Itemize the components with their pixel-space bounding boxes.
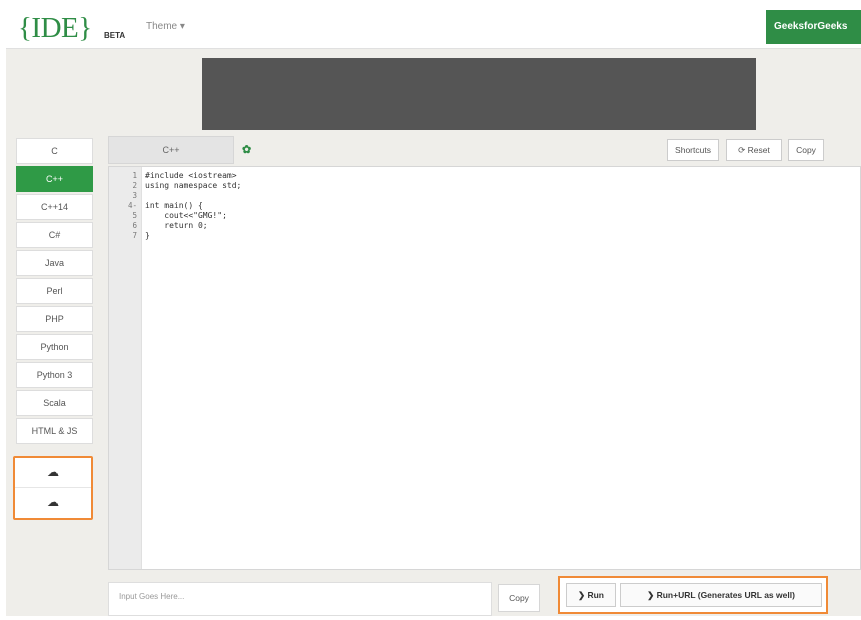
ad-banner [202, 58, 756, 130]
run-url-button[interactable]: ❯ Run+URL (Generates URL as well) [620, 583, 822, 607]
language-html-js[interactable]: HTML & JS [16, 418, 93, 444]
language-c[interactable]: C [16, 138, 93, 164]
reset-button[interactable]: ⟳ Reset [726, 139, 782, 161]
top-bar: {IDE} BETA Theme ▾ GeeksforGeeks [6, 4, 861, 49]
language-python3[interactable]: Python 3 [16, 362, 93, 388]
line-number: 3 [132, 191, 137, 200]
editor-header: C++ ✿ Shortcuts ⟳ Reset Copy ⤢ [108, 136, 861, 164]
cloud-download-icon[interactable]: ☁ [15, 488, 91, 517]
language-perl[interactable]: Perl [16, 278, 93, 304]
language-java[interactable]: Java [16, 250, 93, 276]
line-number: 4- [127, 201, 137, 210]
line-number: 2 [132, 181, 137, 190]
copy-input-button[interactable]: Copy [498, 584, 540, 612]
beta-badge: BETA [104, 31, 126, 40]
code-editor[interactable]: 1 2 3 4- 5 6 7 #include <iostream> using… [108, 166, 861, 570]
line-number: 1 [132, 171, 137, 180]
line-number-gutter: 1 2 3 4- 5 6 7 [109, 167, 142, 569]
tab-cpp[interactable]: C++ [108, 136, 234, 164]
line-number: 5 [132, 211, 137, 220]
ide-window: {IDE} BETA Theme ▾ GeeksforGeeks C C++ C… [6, 4, 861, 616]
language-cpp[interactable]: C++ [16, 166, 93, 192]
language-scala[interactable]: Scala [16, 390, 93, 416]
shortcuts-button[interactable]: Shortcuts [667, 139, 719, 161]
run-buttons-group: ❯ Run ❯ Run+URL (Generates URL as well) [558, 576, 828, 614]
code-line: } [145, 231, 150, 240]
code-lines: #include <iostream> using namespace std;… [145, 171, 241, 241]
code-line: cout<<"GMG!"; [145, 211, 227, 220]
geeksforgeeks-button[interactable]: GeeksforGeeks [766, 10, 861, 44]
copy-code-button[interactable]: Copy [788, 139, 824, 161]
language-python[interactable]: Python [16, 334, 93, 360]
language-list: C C++ C++14 C# Java Perl PHP Python Pyth… [16, 138, 93, 446]
line-number: 7 [132, 231, 137, 240]
gear-icon[interactable]: ✿ [242, 143, 251, 156]
line-number: 6 [132, 221, 137, 230]
code-line: using namespace std; [145, 181, 242, 190]
language-php[interactable]: PHP [16, 306, 93, 332]
run-button[interactable]: ❯ Run [566, 583, 616, 607]
ide-logo[interactable]: {IDE} [18, 12, 92, 45]
code-line: int main() { [145, 201, 203, 210]
stdin-input[interactable]: Input Goes Here... [108, 582, 492, 616]
code-line: return 0; [145, 221, 208, 230]
code-line: #include <iostream> [145, 171, 237, 180]
language-cpp14[interactable]: C++14 [16, 194, 93, 220]
language-csharp[interactable]: C# [16, 222, 93, 248]
cloud-upload-icon[interactable]: ☁ [15, 458, 91, 488]
upload-buttons-group: ☁ ☁ [13, 456, 93, 520]
theme-dropdown[interactable]: Theme ▾ [146, 21, 185, 32]
